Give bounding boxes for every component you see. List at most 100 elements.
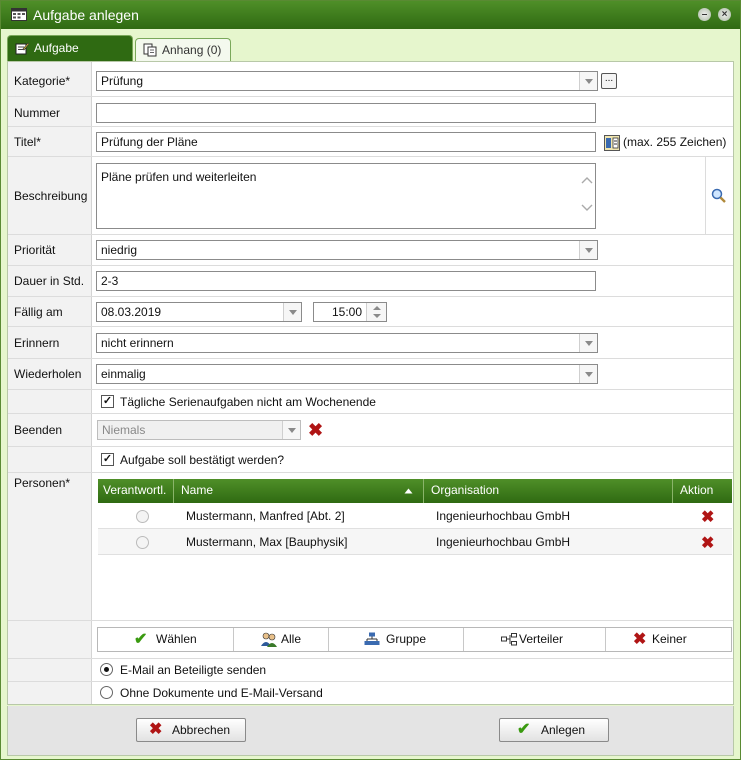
row-prioritaet: Priorität niedrig: [8, 235, 733, 266]
person-organisation: Ingenieurhochbau GmbH: [436, 509, 571, 523]
clear-icon[interactable]: ✖: [308, 420, 323, 441]
row-erinnern: Erinnern nicht erinnern: [8, 327, 733, 359]
create-button[interactable]: ✔ Anlegen: [499, 718, 609, 742]
gruppe-label: Gruppe: [386, 632, 427, 646]
cancel-label: Abbrechen: [172, 723, 231, 737]
chevron-down-icon[interactable]: [579, 241, 597, 259]
column-divider: [423, 479, 424, 503]
magnifier-icon[interactable]: [711, 188, 726, 203]
beenden-select[interactable]: Niemals: [97, 420, 301, 440]
cancel-icon: ✖: [149, 721, 163, 738]
faellig-date-value: 08.03.2019: [101, 305, 162, 319]
wiederholen-value: einmalig: [101, 367, 146, 381]
delete-icon[interactable]: ✖: [701, 507, 714, 527]
row-no-docs-option: Ohne Dokumente und E-Mail-Versand: [8, 682, 733, 704]
verantwortlich-radio[interactable]: [136, 536, 149, 549]
people-icon: [261, 632, 277, 647]
alle-label: Alle: [281, 632, 302, 646]
delete-icon: ✖: [633, 631, 647, 648]
kategorie-label: Kategorie*: [14, 74, 71, 88]
close-icon[interactable]: ×: [718, 8, 731, 21]
minimize-icon[interactable]: –: [698, 8, 711, 21]
no-docs-option-label: Ohne Dokumente und E-Mail-Versand: [120, 686, 323, 700]
tab-aufgabe-anlegen[interactable]: Aufgabe anlegen: [7, 35, 133, 79]
time-stepper[interactable]: [366, 303, 386, 321]
beschreibung-label: Beschreibung: [14, 189, 88, 203]
keiner-button[interactable]: ✖ Keiner: [606, 628, 732, 651]
stepper-up-icon[interactable]: [372, 305, 382, 311]
chevron-down-icon[interactable]: [579, 72, 597, 90]
erinnern-label: Erinnern: [14, 336, 60, 350]
chevron-down-icon[interactable]: [579, 334, 597, 352]
stepper-down-icon[interactable]: [372, 313, 382, 319]
wiederholen-label: Wiederholen: [14, 367, 82, 381]
scroll-up-icon[interactable]: [581, 176, 593, 184]
faellig-time-value: 15:00: [331, 305, 362, 319]
personen-grid-header: Verantwortl. Name Organisation Aktion: [98, 479, 732, 503]
nummer-input[interactable]: [96, 103, 596, 123]
faellig-date-picker[interactable]: 08.03.2019: [96, 302, 302, 322]
checkmark-icon: ✔: [517, 721, 531, 738]
wochenende-checkbox[interactable]: ✓: [101, 395, 114, 408]
kategorie-value: Prüfung: [101, 74, 144, 88]
col-organisation[interactable]: Organisation: [431, 483, 499, 497]
more-options-icon[interactable]: ...: [601, 73, 617, 89]
textarea-scrollbar[interactable]: [580, 170, 594, 224]
dauer-label: Dauer in Std.: [14, 274, 85, 288]
col-aktion[interactable]: Aktion: [680, 483, 713, 497]
col-verantwortlich[interactable]: Verantwortl.: [103, 483, 166, 497]
email-radio[interactable]: [100, 663, 113, 676]
chevron-down-icon[interactable]: [579, 365, 597, 383]
distribution-list-icon: [501, 633, 517, 646]
row-beenden: Beenden Niemals ✖: [8, 414, 733, 447]
document-copy-icon: [143, 43, 157, 57]
scroll-down-icon[interactable]: [581, 204, 593, 212]
beschreibung-value: Pläne prüfen und weiterleiten: [101, 170, 257, 184]
checkmark-icon: ✔: [134, 631, 148, 648]
table-row[interactable]: Mustermann, Max [Bauphysik] Ingenieurhoc…: [98, 529, 732, 555]
title-bar: Aufgabe anlegen – ×: [1, 1, 740, 29]
faellig-label: Fällig am: [14, 305, 63, 319]
row-wochenende: ✓ Tägliche Serienaufgaben nicht am Woche…: [8, 390, 733, 414]
titel-value: Prüfung der Pläne: [101, 135, 198, 149]
prioritaet-value: niedrig: [101, 243, 138, 257]
group-hierarchy-icon: [364, 632, 380, 645]
alle-button[interactable]: Alle: [234, 628, 329, 651]
table-row[interactable]: Mustermann, Manfred [Abt. 2] Ingenieurho…: [98, 503, 732, 529]
chevron-down-icon[interactable]: [282, 421, 300, 439]
dauer-input[interactable]: 2-3: [96, 271, 596, 291]
titel-label: Titel*: [14, 135, 41, 149]
dialog-footer: ✖ Abbrechen ✔ Anlegen: [7, 706, 734, 756]
titel-hint: (max. 255 Zeichen): [623, 135, 727, 149]
waehlen-button[interactable]: ✔ Wählen: [98, 628, 234, 651]
erinnern-select[interactable]: nicht erinnern: [96, 333, 598, 353]
nummer-label: Nummer: [14, 106, 61, 120]
bestaetigt-label: Aufgabe soll bestätigt werden?: [120, 453, 285, 467]
row-wiederholen: Wiederholen einmalig: [8, 359, 733, 390]
col-name[interactable]: Name: [181, 483, 213, 497]
bestaetigt-checkbox[interactable]: ✓: [101, 453, 114, 466]
chevron-down-icon[interactable]: [283, 303, 301, 321]
keiner-label: Keiner: [652, 632, 687, 646]
titel-input[interactable]: Prüfung der Pläne: [96, 132, 596, 152]
row-email-option: E-Mail an Beteiligte senden: [8, 659, 733, 682]
wiederholen-select[interactable]: einmalig: [96, 364, 598, 384]
person-organisation: Ingenieurhochbau GmbH: [436, 535, 571, 549]
verteiler-label: Verteiler: [519, 632, 564, 646]
divider: [8, 620, 733, 621]
row-titel: Titel* Prüfung der Pläne (max. 255 Zeich…: [8, 127, 733, 157]
beschreibung-textarea[interactable]: Pläne prüfen und weiterleiten: [96, 163, 596, 229]
delete-icon[interactable]: ✖: [701, 533, 714, 553]
no-docs-radio[interactable]: [100, 686, 113, 699]
sort-asc-icon[interactable]: [404, 488, 413, 494]
tab-anhang[interactable]: Anhang (0): [135, 38, 231, 61]
verteiler-button[interactable]: Verteiler: [464, 628, 606, 651]
cancel-button[interactable]: ✖ Abbrechen: [136, 718, 246, 742]
prioritaet-select[interactable]: niedrig: [96, 240, 598, 260]
abc-counter-icon[interactable]: [604, 135, 620, 151]
faellig-time-spinner[interactable]: 15:00: [313, 302, 387, 322]
kategorie-select[interactable]: Prüfung: [96, 71, 598, 91]
create-label: Anlegen: [541, 723, 586, 737]
verantwortlich-radio[interactable]: [136, 510, 149, 523]
gruppe-button[interactable]: Gruppe: [329, 628, 464, 651]
